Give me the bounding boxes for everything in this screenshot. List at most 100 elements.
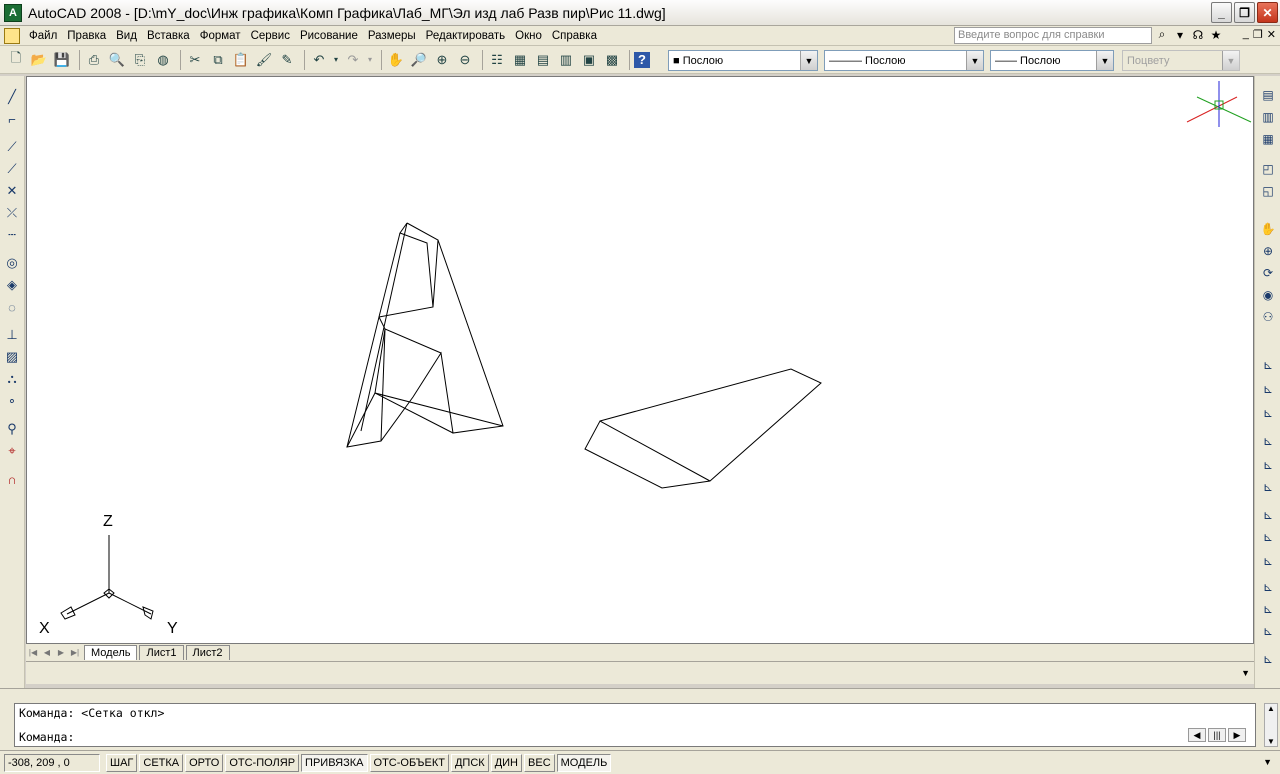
menu-modify[interactable]: Редактировать: [421, 30, 510, 42]
coordinates-display[interactable]: -308, 209 , 0: [4, 753, 100, 772]
copy-icon[interactable]: ⧉: [208, 50, 228, 70]
construction-line-icon[interactable]: ⌐: [3, 110, 21, 128]
zoom-3d-icon[interactable]: ⊕: [1259, 242, 1277, 260]
search-icon[interactable]: ⌕: [1154, 27, 1170, 42]
layer-icon[interactable]: ▤: [1259, 86, 1277, 104]
table-icon[interactable]: ⌖: [3, 442, 21, 460]
ellipse-icon[interactable]: ◈: [3, 276, 21, 294]
print-icon[interactable]: ⎙: [84, 50, 104, 70]
redo-dropdown-icon[interactable]: ▾: [366, 50, 374, 70]
scroll-right-icon[interactable]: ▶: [1228, 728, 1246, 742]
menu-window[interactable]: Окно: [510, 30, 547, 42]
dyn-toggle[interactable]: ДИН: [490, 753, 523, 772]
dash-line-icon[interactable]: ┄: [3, 226, 21, 244]
undo-dropdown-icon[interactable]: ▾: [332, 50, 340, 70]
pan-3d-icon[interactable]: ✋: [1259, 220, 1277, 238]
ortho-toggle[interactable]: ОРТО: [185, 753, 224, 772]
print-preview-icon[interactable]: 🔍: [107, 50, 127, 70]
model-space-toggle[interactable]: МОДЕЛЬ: [556, 753, 612, 772]
next-tab-icon[interactable]: ▶: [54, 646, 68, 660]
pan-icon[interactable]: ✋: [386, 50, 406, 70]
tab-layout1[interactable]: Лист1: [139, 645, 184, 660]
ucs-y-icon[interactable]: ⊾: [1259, 600, 1277, 618]
menu-draw[interactable]: Рисование: [295, 30, 363, 42]
ucs-3point-icon[interactable]: ⊾: [1259, 552, 1277, 570]
last-tab-icon[interactable]: ▶|: [68, 646, 82, 660]
open-file-icon[interactable]: 📂: [29, 50, 49, 70]
favorites-star-icon[interactable]: ★: [1208, 28, 1224, 42]
etransmit-icon[interactable]: ◍: [153, 50, 173, 70]
lineweight-dropdown[interactable]: —— Послою ▼: [990, 50, 1114, 71]
document-icon[interactable]: [4, 27, 20, 44]
redo-icon[interactable]: ↷: [343, 50, 363, 70]
snap-toggle[interactable]: ШАГ: [106, 753, 138, 772]
cut-icon[interactable]: ✂: [185, 50, 205, 70]
command-prompt[interactable]: Команда:: [19, 730, 74, 744]
camera-icon[interactable]: ◉: [1259, 286, 1277, 304]
command-scrollbar[interactable]: ▲ ▼: [1264, 703, 1278, 747]
circle-icon[interactable]: ◎: [3, 254, 21, 272]
ducs-toggle[interactable]: ДПСК: [450, 753, 489, 772]
polygon-icon[interactable]: ⟋: [3, 160, 21, 178]
ucs-world-icon[interactable]: ⊾: [1259, 380, 1277, 398]
sheet-set-icon[interactable]: ▥: [556, 50, 576, 70]
tool-palettes-icon[interactable]: ▤: [533, 50, 553, 70]
lineweight-toggle[interactable]: ВЕС: [524, 753, 555, 772]
tab-layout2[interactable]: Лист2: [185, 645, 230, 660]
linetype-dropdown[interactable]: ——— Послою ▼: [824, 50, 984, 71]
calculator-icon[interactable]: ▩: [602, 50, 622, 70]
menu-insert[interactable]: Вставка: [142, 30, 195, 42]
ucs-view-icon[interactable]: ⊾: [1259, 478, 1277, 496]
osnap-toggle[interactable]: ПРИВЯЗКА: [301, 753, 368, 772]
ucs-x-icon[interactable]: ⊾: [1259, 578, 1277, 596]
view-icon[interactable]: ◰: [1259, 160, 1277, 178]
zoom-realtime-icon[interactable]: 🔎: [409, 50, 429, 70]
prev-tab-icon[interactable]: ◀: [40, 646, 54, 660]
doc-close-icon[interactable]: ✕: [1267, 28, 1276, 41]
match-properties-icon[interactable]: 🖌: [254, 50, 274, 70]
menu-file[interactable]: Файл: [24, 30, 62, 42]
chevron-down-icon[interactable]: ▼: [1241, 668, 1250, 678]
menu-dimension[interactable]: Размеры: [363, 30, 421, 42]
chevron-down-icon[interactable]: ▼: [966, 51, 983, 70]
horizontal-scrollbar[interactable]: ▼: [26, 662, 1254, 684]
properties-icon[interactable]: ☷: [487, 50, 507, 70]
first-tab-icon[interactable]: |◀: [26, 646, 40, 660]
model-space-canvas[interactable]: Z X Y: [26, 76, 1254, 644]
block-editor-icon[interactable]: ✎: [277, 50, 297, 70]
menu-tools[interactable]: Сервис: [246, 30, 295, 42]
ucs-previous-icon[interactable]: ⊾: [1259, 404, 1277, 422]
ucs-z-icon[interactable]: ⊾: [1259, 622, 1277, 640]
revcloud-icon[interactable]: ◌: [3, 298, 21, 316]
magnet-icon[interactable]: ∩: [3, 470, 21, 488]
dropdown-arrow-icon[interactable]: ▾: [1172, 28, 1188, 42]
polyline-icon[interactable]: ⟋: [3, 138, 21, 156]
point-icon[interactable]: ∘: [3, 392, 21, 410]
ucs-zaxis-icon[interactable]: ⊾: [1259, 528, 1277, 546]
ucs-object-icon[interactable]: ⊾: [1259, 456, 1277, 474]
scroll-up-icon[interactable]: ▲: [1267, 704, 1275, 713]
spline-icon[interactable]: ⊥: [3, 326, 21, 344]
otrack-toggle[interactable]: ОТС-ОБЪЕКТ: [369, 753, 449, 772]
zoom-window-icon[interactable]: ⊕: [432, 50, 452, 70]
scroll-left-icon[interactable]: ◀: [1188, 728, 1206, 742]
tab-model[interactable]: Модель: [84, 645, 138, 660]
chevron-down-icon[interactable]: ▼: [800, 51, 817, 70]
layer-previous-icon[interactable]: ▦: [1259, 130, 1277, 148]
minimize-button[interactable]: _: [1211, 2, 1232, 23]
scroll-thumb-icon[interactable]: |||: [1208, 728, 1226, 742]
ucs-apply-icon[interactable]: ⊾: [1259, 650, 1277, 668]
menu-edit[interactable]: Правка: [62, 30, 111, 42]
restore-button[interactable]: ❐: [1234, 2, 1255, 23]
zoom-previous-icon[interactable]: ⊖: [455, 50, 475, 70]
walk-icon[interactable]: ⚇: [1259, 308, 1277, 326]
save-icon[interactable]: 💾: [52, 50, 72, 70]
doc-restore-icon[interactable]: ❐: [1253, 28, 1263, 41]
undo-icon[interactable]: ↶: [309, 50, 329, 70]
markup-icon[interactable]: ▣: [579, 50, 599, 70]
close-button[interactable]: ✕: [1257, 2, 1278, 23]
left-3d-object[interactable]: [346, 222, 504, 448]
doc-minimize-icon[interactable]: _: [1243, 28, 1249, 41]
status-menu-icon[interactable]: ▼: [1263, 757, 1272, 767]
design-center-icon[interactable]: ▦: [510, 50, 530, 70]
